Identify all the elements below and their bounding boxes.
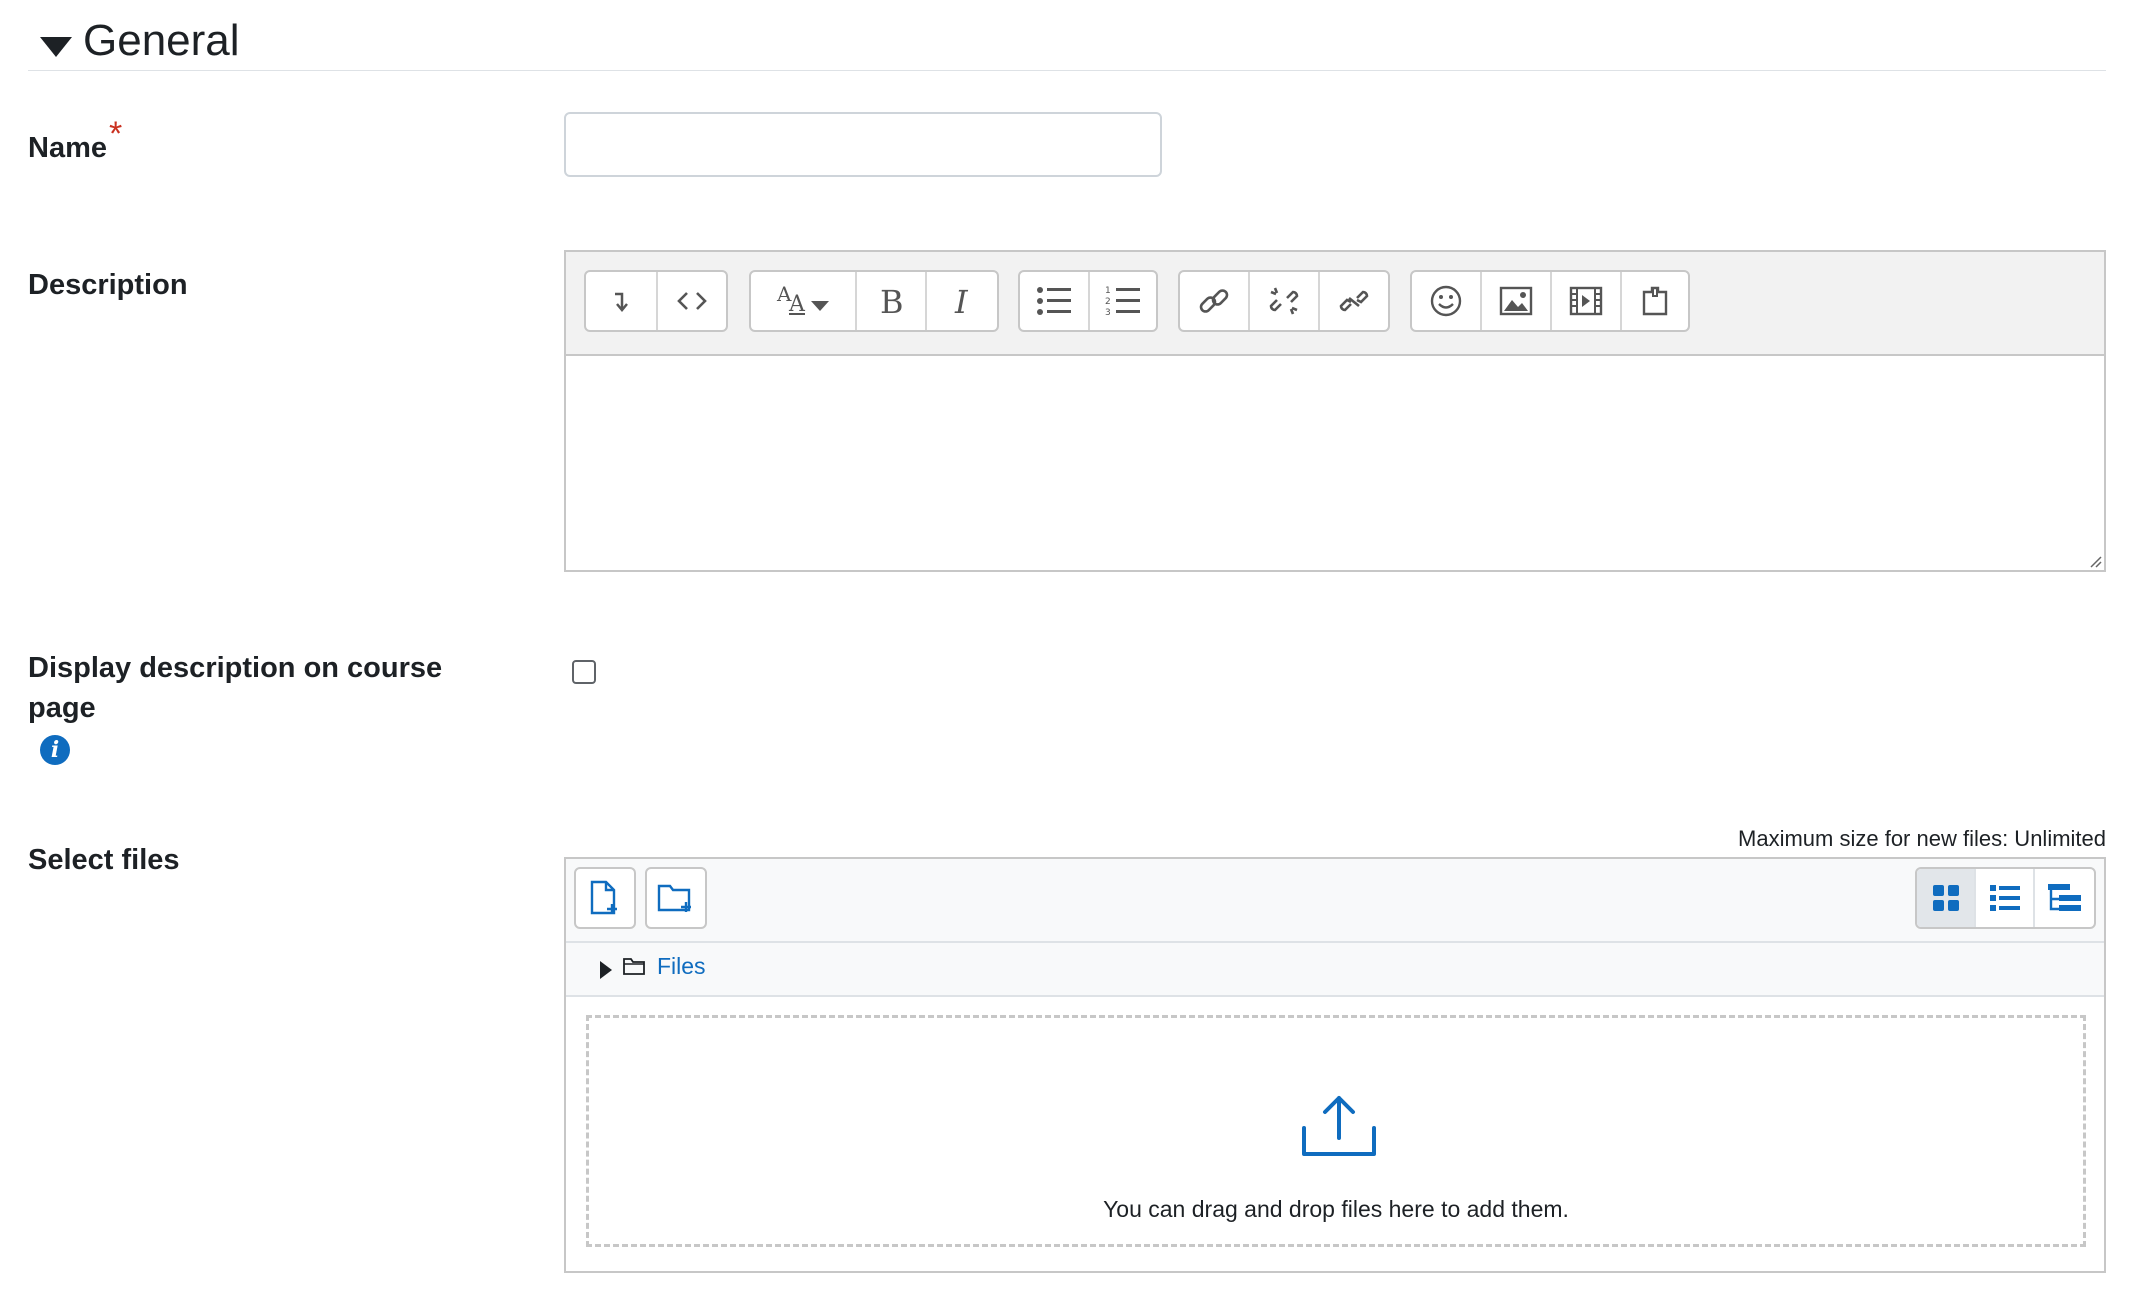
svg-text:3: 3 <box>1105 308 1111 318</box>
file-manager-toolbar <box>566 859 2104 943</box>
upload-icon <box>1302 1096 1376 1156</box>
add-file-icon[interactable] <box>574 867 636 929</box>
file-drop-zone[interactable]: You can drag and drop files here to add … <box>586 1015 2086 1247</box>
activity-settings-form: General Name* Description AA B I 1 2 3 D… <box>0 0 2130 1302</box>
required-icon: * <box>109 115 123 153</box>
collapse-icon[interactable] <box>586 272 658 330</box>
create-folder-icon[interactable] <box>645 867 707 929</box>
html-icon[interactable] <box>658 272 726 330</box>
font-style-icon[interactable]: AA <box>751 272 857 330</box>
name-input[interactable] <box>564 112 1162 177</box>
svg-text:2: 2 <box>1105 297 1111 307</box>
tree-view-icon[interactable] <box>2035 869 2094 927</box>
toolbar-group-2: AA B I <box>749 270 999 332</box>
media-icon[interactable] <box>1552 272 1622 330</box>
ordered-list-icon[interactable]: 123 <box>1090 272 1156 330</box>
view-switcher <box>1915 867 2096 929</box>
folder-icon <box>623 958 645 975</box>
file-path-bar: Files <box>566 943 2104 997</box>
svg-text:I: I <box>954 283 969 319</box>
expand-arrow-icon[interactable] <box>600 961 612 979</box>
select-files-label: Select files <box>28 844 180 876</box>
list-view-icon[interactable] <box>1976 869 2035 927</box>
image-icon[interactable] <box>1482 272 1552 330</box>
manage-links-icon[interactable] <box>1320 272 1388 330</box>
display-description-label: Display description on course page <box>28 652 443 724</box>
drop-zone-text: You can drag and drop files here to add … <box>1103 1196 1569 1222</box>
toolbar-group-4 <box>1178 270 1390 332</box>
display-description-checkbox[interactable] <box>572 660 596 684</box>
resize-grip-icon[interactable] <box>2086 552 2102 568</box>
svg-text:1: 1 <box>1105 286 1111 296</box>
toolbar-group-1 <box>584 270 728 332</box>
unordered-list-icon[interactable] <box>1020 272 1090 330</box>
info-icon[interactable]: i <box>40 735 70 765</box>
manage-files-icon[interactable] <box>1622 272 1688 330</box>
description-label: Description <box>28 269 188 301</box>
section-title[interactable]: General <box>83 16 240 66</box>
name-label: Name* <box>28 115 122 168</box>
italic-icon[interactable]: I <box>927 272 997 330</box>
emoji-icon[interactable] <box>1412 272 1482 330</box>
collapse-caret-icon[interactable] <box>40 37 72 57</box>
toolbar-group-3: 123 <box>1018 270 1158 332</box>
section-general: General <box>28 12 2106 71</box>
bold-icon[interactable]: B <box>857 272 927 330</box>
svg-text:B: B <box>880 283 904 319</box>
files-folder-link[interactable]: Files <box>657 953 706 980</box>
description-textarea[interactable] <box>566 356 2104 570</box>
unlink-icon[interactable] <box>1250 272 1320 330</box>
file-manager: Files You can drag and drop files here t… <box>564 857 2106 1273</box>
editor-toolbar: AA B I 123 <box>566 252 2104 356</box>
description-editor: AA B I 123 <box>564 250 2106 572</box>
link-icon[interactable] <box>1180 272 1250 330</box>
name-label-text: Name <box>28 132 107 164</box>
toolbar-group-5 <box>1410 270 1690 332</box>
icons-view-icon[interactable] <box>1917 869 1976 927</box>
max-size-text: Maximum size for new files: Unlimited <box>1738 826 2106 851</box>
